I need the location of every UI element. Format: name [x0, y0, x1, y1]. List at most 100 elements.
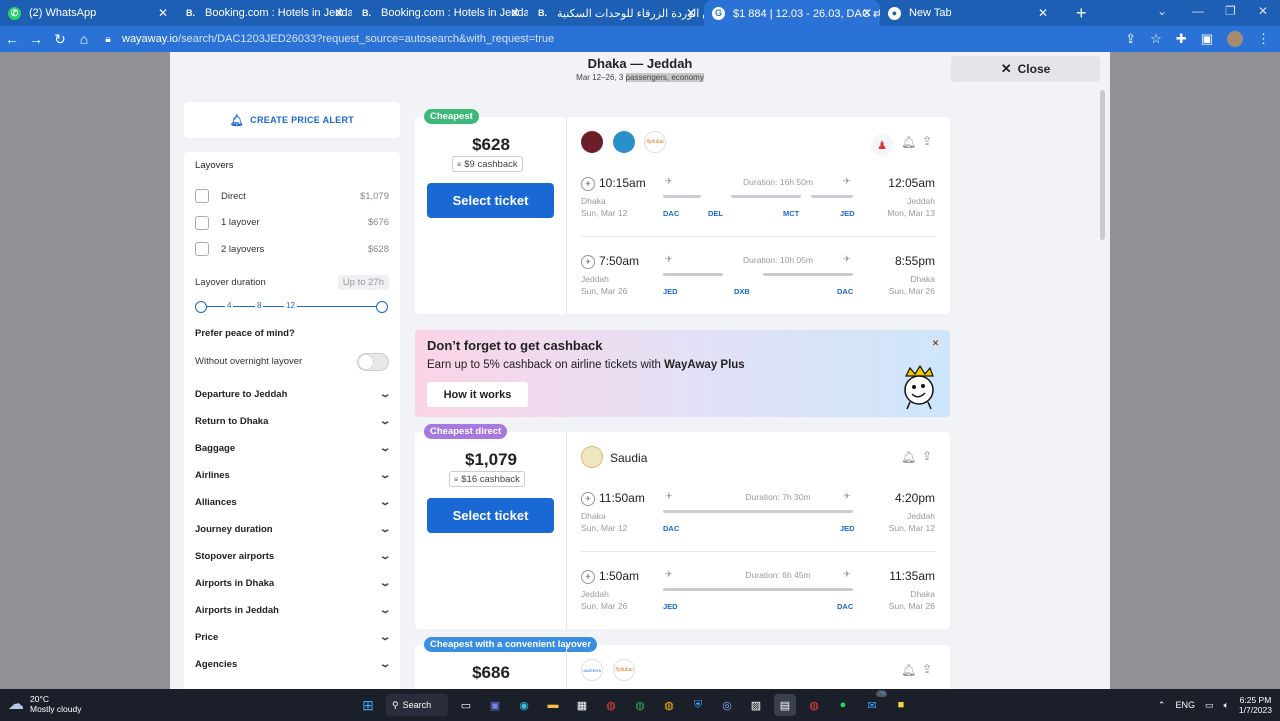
spotify-icon[interactable]: ●	[832, 694, 854, 716]
language-indicator[interactable]: ENG	[1175, 700, 1195, 710]
tab-wayaway[interactable]: G $1 884 | 12.03 - 26.03, DAC ⇄ JED ✕	[704, 0, 880, 26]
bookmark-star-icon[interactable]: ☆	[1150, 31, 1162, 47]
close-tab-icon[interactable]: ✕	[686, 6, 696, 20]
ticket-price: $686	[472, 663, 510, 682]
close-window-icon[interactable]: ✕	[1258, 4, 1268, 18]
lock-icon[interactable]: 🔒︎	[96, 34, 120, 45]
filter-accordion-alliances[interactable]: Alliances ⌄	[195, 489, 391, 516]
chrome-icon[interactable]: ◍	[803, 694, 825, 716]
tab-booking-1[interactable]: B. Booking.com : Hotels in Jeddah ✕	[176, 0, 352, 26]
layover-option-direct[interactable]: Direct $1,079	[195, 183, 389, 210]
tab-title: $1 884 | 12.03 - 26.03, DAC ⇄ JED	[733, 7, 880, 20]
app-icon[interactable]: ◎	[716, 694, 738, 716]
slider-handle-max[interactable]	[376, 300, 388, 313]
teams-icon[interactable]: ▣	[484, 694, 506, 716]
sticky-notes-icon[interactable]: ■	[890, 694, 912, 716]
maximize-icon[interactable]: ❐	[1225, 4, 1236, 18]
select-ticket-button[interactable]: Select ticket	[427, 183, 554, 218]
windows-start-icon[interactable]: ⊞	[357, 694, 379, 716]
filter-accordion-airports-in-jeddah[interactable]: Airports in Jeddah ⌄	[195, 597, 391, 624]
chevron-down-icon: ⌄	[378, 524, 392, 536]
result-card-cheapest-direct: Cheapest direct $1,079 🔒︎ $16 cashback Se…	[415, 424, 950, 629]
badge-icon[interactable]: ♟	[871, 134, 893, 156]
checkbox[interactable]	[195, 242, 209, 257]
slider-handle-min[interactable]	[195, 300, 207, 313]
layover-label: 2 layovers	[221, 243, 265, 255]
bell-icon[interactable]: 🔔︎	[901, 663, 916, 677]
select-ticket-button[interactable]: Select ticket	[427, 498, 554, 533]
tab-search-icon[interactable]: ⌄	[1157, 4, 1167, 18]
filter-accordion-journey-duration[interactable]: Journey duration ⌄	[195, 516, 392, 543]
chrome-icon[interactable]: ◍	[600, 694, 622, 716]
new-tab-icon[interactable]: +	[1076, 3, 1087, 24]
home-icon[interactable]: ⌂	[72, 31, 96, 47]
display-icon[interactable]: ▭	[1205, 700, 1214, 711]
layover-duration-slider[interactable]: 4 8 12	[195, 296, 389, 318]
security-icon[interactable]: ⛨	[687, 694, 709, 716]
overnight-toggle[interactable]	[357, 352, 389, 371]
close-tab-icon[interactable]: ✕	[1038, 6, 1048, 20]
filter-accordion-stopover-airports[interactable]: Stopover airports ⌄	[195, 543, 391, 570]
layover-option-2[interactable]: 2 layovers $628	[195, 236, 389, 263]
outlook-icon[interactable]: ✉ 79	[861, 691, 887, 716]
forward-icon[interactable]: →	[24, 31, 48, 47]
filter-accordion-agencies[interactable]: Agencies ⌄	[195, 651, 391, 678]
chevron-up-icon[interactable]: ⌃	[1158, 700, 1166, 711]
tab-booking-2[interactable]: B. Booking.com : Hotels in Jeddah ✕	[352, 0, 528, 26]
whatsapp-icon: ✆	[8, 6, 21, 20]
edge-icon[interactable]: ◉	[513, 694, 535, 716]
filter-accordion-return-to-dhaka[interactable]: Return to Dhaka ⌄	[195, 408, 391, 435]
weather-widget[interactable]: ☁ 20°C Mostly cloudy	[8, 694, 82, 714]
close-tab-icon[interactable]: ✕	[334, 6, 344, 20]
menu-kebab-icon[interactable]: ⋮	[1257, 31, 1270, 47]
leg-line	[663, 588, 853, 591]
share-icon[interactable]: ⇪	[922, 449, 932, 463]
layover-option-1[interactable]: 1 layover $676	[195, 210, 389, 237]
close-icon[interactable]: ✕	[929, 337, 942, 350]
minimize-icon[interactable]: —	[1192, 4, 1204, 18]
system-tray: ⌃ ENG ▭ 🔈︎ 6:25 PM 1/7/2023	[1158, 695, 1272, 715]
filter-accordion-airports-in-dhaka[interactable]: Airports in Dhaka ⌄	[195, 570, 391, 597]
clock[interactable]: 6:25 PM 1/7/2023	[1239, 695, 1272, 715]
tab-new[interactable]: ● New Tab ✕	[880, 0, 1056, 26]
tab-whatsapp[interactable]: ✆ (2) WhatsApp ✕	[0, 0, 176, 26]
back-icon[interactable]: ←	[0, 31, 24, 47]
create-price-alert-button[interactable]: 🔔︎ CREATE PRICE ALERT	[184, 102, 400, 138]
layover-price: $628	[367, 243, 389, 255]
filter-accordion-departure-to-jeddah[interactable]: Departure to Jeddah ⌄	[195, 381, 391, 408]
chrome-icon[interactable]: ◍	[629, 694, 651, 716]
how-it-works-button[interactable]: How it works	[427, 382, 528, 407]
checkbox[interactable]	[195, 189, 209, 204]
speaker-icon[interactable]: 🔈︎	[1224, 700, 1229, 711]
task-view-icon[interactable]: ▭	[455, 694, 477, 716]
extensions-icon[interactable]: ✚	[1176, 31, 1187, 47]
close-tab-icon[interactable]: ✕	[510, 6, 520, 20]
store-icon[interactable]: ▦	[571, 694, 593, 716]
url-field[interactable]: wayaway.io/search/DAC1203JED26033?reques…	[122, 33, 554, 45]
chrome-icon[interactable]: ◍	[658, 694, 680, 716]
close-tab-icon[interactable]: ✕	[862, 6, 872, 20]
bell-icon[interactable]: 🔔︎	[901, 135, 916, 149]
share-icon[interactable]: ⇪	[922, 662, 932, 676]
filter-accordion-price[interactable]: Price ⌄	[195, 624, 391, 651]
close-button[interactable]: ✕ Close	[951, 56, 1100, 82]
scrollbar-thumb[interactable]	[1100, 90, 1105, 240]
bell-icon[interactable]: 🔔︎	[901, 450, 916, 464]
file-explorer-icon[interactable]: ▬	[542, 694, 564, 716]
taskbar-search[interactable]: ⚲ Search	[386, 694, 448, 716]
filter-accordion-baggage[interactable]: Baggage ⌄	[195, 435, 391, 462]
sidebar-icon[interactable]: ▣	[1201, 31, 1213, 47]
share-icon[interactable]: ⇪	[922, 134, 932, 148]
close-tab-icon[interactable]: ✕	[158, 6, 168, 20]
filter-accordion-airlines[interactable]: Airlines ⌄	[195, 462, 391, 489]
inbound-segment: ✈ 1:50am ✈ Duration: 6h 45m ✈ 11:35am Je…	[581, 568, 935, 628]
tab-booking-3[interactable]: B. فندق الوردة الزرقاء للوحدات السكنية ✕	[528, 0, 704, 26]
active-app-icon[interactable]: ▤	[774, 694, 796, 716]
checkbox[interactable]	[195, 215, 209, 230]
share-icon[interactable]: ⇪	[1125, 31, 1136, 47]
photos-icon[interactable]: ▨	[745, 694, 767, 716]
accordion-label: Stopover airports	[195, 551, 275, 563]
profile-avatar[interactable]	[1227, 31, 1243, 47]
layover-duration-row: Layover duration Up to 27h	[195, 274, 389, 290]
reload-icon[interactable]: ↻	[48, 31, 72, 48]
